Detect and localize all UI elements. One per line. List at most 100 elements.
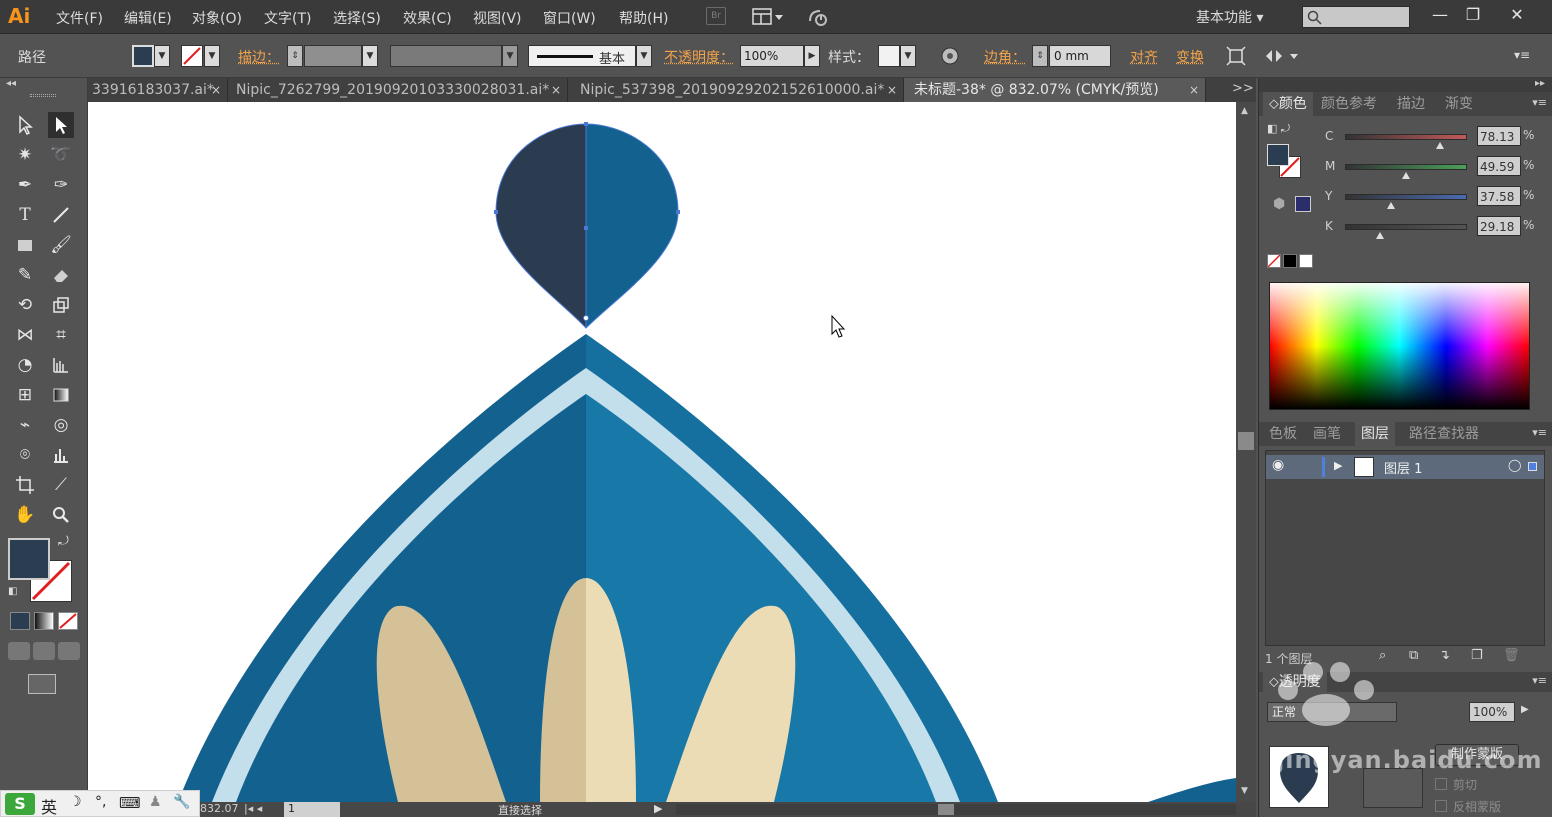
panel-collapse-bar[interactable]: ▸▸ bbox=[1259, 78, 1552, 92]
mesh-tool-icon[interactable]: ⊞ bbox=[12, 382, 38, 408]
artboard-number-field[interactable]: 1 bbox=[284, 802, 340, 817]
zoom-level-field[interactable]: 832.07 bbox=[200, 802, 239, 815]
gamut-color-swatch[interactable] bbox=[1295, 196, 1311, 212]
current-tool-status[interactable]: 直接选择 bbox=[498, 802, 542, 817]
recolor-artwork-icon[interactable] bbox=[940, 46, 960, 70]
bridge-icon[interactable]: Br bbox=[706, 7, 726, 25]
close-window-button[interactable]: ✕ bbox=[1502, 4, 1532, 26]
shape-builder-icon[interactable]: ◔ bbox=[12, 352, 38, 378]
magenta-slider-track[interactable] bbox=[1345, 164, 1467, 170]
cyan-slider-track[interactable] bbox=[1345, 134, 1467, 140]
panel-menu-icon[interactable]: ▾≡ bbox=[1532, 96, 1547, 109]
eraser-icon[interactable] bbox=[48, 262, 74, 288]
opacity-label-link[interactable]: 不透明度： bbox=[664, 47, 734, 67]
variable-width-dropdown[interactable]: ▼ bbox=[502, 45, 518, 67]
vertical-scrollbar[interactable]: ▲ ▼ bbox=[1236, 102, 1256, 802]
gradient-mode-button[interactable] bbox=[34, 612, 54, 630]
magic-wand-icon[interactable]: ✷ bbox=[12, 142, 38, 168]
tab-gradient[interactable]: 渐变 bbox=[1439, 92, 1479, 116]
menu-help[interactable]: 帮助(H) bbox=[619, 8, 668, 28]
brush-dropdown[interactable]: ▼ bbox=[636, 45, 652, 67]
align-link[interactable]: 对齐 bbox=[1130, 47, 1158, 67]
column-graph-icon[interactable] bbox=[48, 442, 74, 468]
new-layer-icon[interactable]: ❐ bbox=[1471, 648, 1483, 663]
menu-window[interactable]: 窗口(W) bbox=[543, 8, 596, 28]
layer-row[interactable]: ◉ ▶ 图层 1 ◯ bbox=[1266, 455, 1544, 479]
object-thumbnail[interactable] bbox=[1269, 746, 1329, 808]
lasso-icon[interactable]: ➰ bbox=[48, 142, 74, 168]
transform-link[interactable]: 变换 bbox=[1176, 47, 1204, 67]
help-search-input[interactable] bbox=[1302, 6, 1410, 28]
menu-view[interactable]: 视图(V) bbox=[473, 8, 522, 28]
rotate-tool-icon[interactable]: ⟲ bbox=[12, 292, 38, 318]
rectangle-tool-icon[interactable] bbox=[12, 232, 38, 258]
corner-stepper[interactable]: ⇕ bbox=[1032, 45, 1048, 67]
make-clipping-mask-icon[interactable]: ⧉ bbox=[1409, 648, 1418, 663]
scale-tool-icon[interactable] bbox=[48, 292, 74, 318]
yellow-value-input[interactable]: 37.58 bbox=[1477, 186, 1521, 206]
blend-mode-select[interactable]: 正常 bbox=[1267, 702, 1397, 722]
invert-mask-checkbox[interactable] bbox=[1435, 800, 1447, 812]
layer-name[interactable]: 图层 1 bbox=[1384, 458, 1422, 477]
delete-layer-icon[interactable]: 🗑 bbox=[1503, 648, 1520, 663]
selection-indicator[interactable] bbox=[1528, 462, 1537, 471]
corner-label-link[interactable]: 边角： bbox=[984, 47, 1026, 67]
menu-effect[interactable]: 效果(C) bbox=[403, 8, 452, 28]
cyan-slider-thumb[interactable] bbox=[1436, 142, 1445, 149]
tab-pathfinder[interactable]: 路径查找器 bbox=[1403, 422, 1485, 446]
draw-normal-icon[interactable] bbox=[8, 642, 30, 660]
zoom-tool-icon[interactable] bbox=[48, 502, 74, 528]
tab-transparency[interactable]: ⬦透明度 bbox=[1263, 672, 1327, 692]
menu-file[interactable]: 文件(F) bbox=[56, 8, 103, 28]
tab-stroke[interactable]: 描边 bbox=[1391, 92, 1431, 116]
color-mode-button[interactable] bbox=[10, 612, 30, 630]
hand-tool-icon[interactable]: ✋ bbox=[12, 502, 38, 528]
draw-behind-icon[interactable] bbox=[33, 642, 55, 660]
tab-close-button[interactable]: × bbox=[1189, 78, 1199, 102]
new-sublayer-icon[interactable]: ↴ bbox=[1439, 648, 1450, 663]
free-transform-icon[interactable]: ⌗ bbox=[48, 322, 74, 348]
opacity-slider-arrow[interactable]: ▶ bbox=[1521, 704, 1529, 715]
tab-overflow-button[interactable]: >> bbox=[1232, 81, 1254, 96]
menu-object[interactable]: 对象(O) bbox=[192, 8, 242, 28]
scroll-up-arrow[interactable]: ▲ bbox=[1241, 106, 1248, 116]
status-menu-arrow[interactable]: ▶ bbox=[654, 802, 662, 815]
control-panel-menu-icon[interactable]: ▾≡ bbox=[1514, 48, 1530, 62]
opacity-slider-button[interactable]: ▶ bbox=[804, 45, 820, 67]
black-slider-track[interactable] bbox=[1345, 224, 1467, 230]
fill-dropdown-button[interactable]: ▼ bbox=[154, 45, 170, 67]
color-panel-fill-swatch[interactable] bbox=[1267, 144, 1289, 166]
keyboard-icon[interactable]: ⌨ bbox=[119, 794, 141, 812]
transform-options-icon[interactable] bbox=[1264, 46, 1300, 70]
black-color-chip[interactable] bbox=[1283, 254, 1297, 268]
opacity-input[interactable]: 100% bbox=[740, 45, 804, 67]
cyan-value-input[interactable]: 78.13 bbox=[1477, 126, 1521, 146]
settings-wrench-icon[interactable]: 🔧 bbox=[173, 794, 190, 810]
eyedropper-icon[interactable]: ⌁ bbox=[12, 412, 38, 438]
tab-close-button[interactable]: × bbox=[887, 78, 897, 102]
user-icon[interactable]: ♟ bbox=[149, 794, 162, 810]
transparency-opacity-input[interactable]: 100% bbox=[1469, 702, 1515, 722]
make-mask-button[interactable]: 制作蒙版 bbox=[1435, 744, 1519, 766]
horizontal-scroll-thumb[interactable] bbox=[938, 804, 954, 815]
isolate-group-icon[interactable] bbox=[1226, 46, 1246, 70]
scroll-thumb[interactable] bbox=[1238, 432, 1254, 450]
slice-tool-icon[interactable]: ⟋ bbox=[48, 472, 74, 498]
arrange-documents-icon[interactable] bbox=[752, 7, 786, 27]
tab-color-guide[interactable]: 颜色参考 bbox=[1315, 92, 1383, 116]
toolbox-grip[interactable] bbox=[30, 94, 56, 97]
panel-menu-icon[interactable]: ▾≡ bbox=[1532, 426, 1547, 439]
swap-fill-stroke-icon[interactable]: ⤾ bbox=[58, 534, 69, 549]
toolbox-collapse-icon[interactable]: ◂◂ bbox=[6, 78, 16, 89]
out-of-gamut-icon[interactable]: ⬢ bbox=[1273, 196, 1285, 212]
graphic-style-swatch[interactable] bbox=[878, 45, 900, 67]
fill-swatch[interactable] bbox=[132, 45, 154, 67]
scroll-down-arrow[interactable]: ▼ bbox=[1241, 786, 1248, 796]
artboard-canvas[interactable] bbox=[88, 102, 1236, 802]
punctuation-icon[interactable]: °, bbox=[95, 794, 106, 810]
blend-tool-icon[interactable]: ◎ bbox=[48, 412, 74, 438]
gradient-tool-icon[interactable] bbox=[48, 382, 74, 408]
color-spectrum-picker[interactable] bbox=[1269, 282, 1530, 410]
brush-definition-box[interactable]: 基本 bbox=[528, 45, 636, 67]
perspective-grid-icon[interactable] bbox=[48, 352, 74, 378]
